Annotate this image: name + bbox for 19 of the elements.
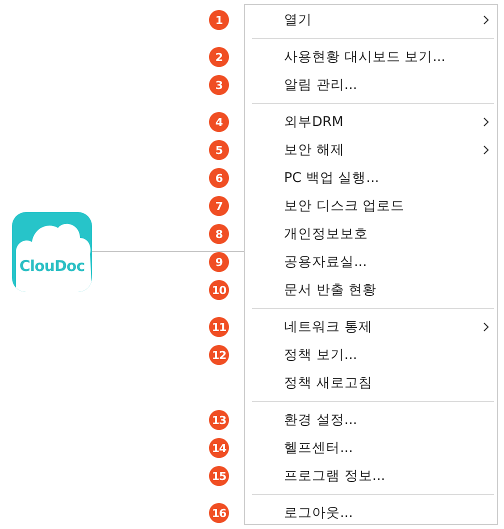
number-badge: 14 — [209, 438, 229, 458]
number-badge: 7 — [209, 196, 229, 216]
number-badge: 1 — [209, 10, 229, 30]
number-badge: 13 — [209, 410, 229, 430]
number-badge: 9 — [209, 252, 229, 272]
number-badge: 4 — [209, 112, 229, 132]
number-badge: 6 — [209, 168, 229, 188]
number-badge: 2 — [209, 47, 229, 67]
number-badge: 15 — [209, 466, 229, 486]
number-badge: 12 — [209, 345, 229, 365]
menu-item[interactable]: 정책 새로고침 — [245, 369, 497, 397]
number-badge: 10 — [209, 280, 229, 300]
number-badge: 11 — [209, 317, 229, 337]
number-badge: 8 — [209, 224, 229, 244]
number-badge: 5 — [209, 140, 229, 160]
number-badge: 3 — [209, 75, 229, 95]
logo-text: ClouDoc — [18, 256, 86, 274]
cloud-icon — [16, 223, 92, 292]
number-badge: 16 — [209, 503, 229, 523]
